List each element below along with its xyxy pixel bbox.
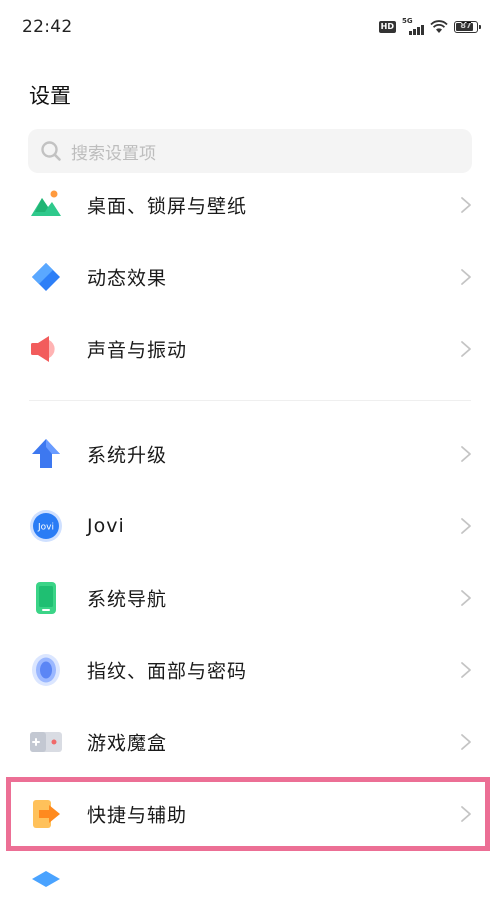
svg-text:Jovi: Jovi (37, 523, 54, 533)
wifi-icon (430, 20, 448, 33)
battery-icon: 87 (454, 21, 481, 33)
chevron-right-icon (461, 590, 471, 606)
settings-item-fingerprint[interactable]: 指纹、面部与密码 (0, 634, 500, 706)
settings-item-label: 快捷与辅助 (87, 804, 188, 827)
chevron-right-icon (461, 446, 471, 462)
search-input[interactable]: 搜索设置项 (28, 129, 472, 173)
cellular-signal-icon: 5G (402, 17, 424, 35)
jovi-icon: Jovi (29, 509, 63, 543)
page-title: 设置 (29, 84, 71, 108)
settings-item-jovi[interactable]: Jovi Jovi (0, 490, 500, 562)
fingerprint-icon (29, 653, 63, 687)
chevron-right-icon (461, 662, 471, 678)
settings-item-wallpaper[interactable]: 桌面、锁屏与壁纸 (0, 169, 500, 241)
network-type-label: 5G (402, 17, 413, 25)
search-placeholder: 搜索设置项 (71, 143, 156, 164)
system-update-icon (29, 437, 63, 471)
settings-list: 桌面、锁屏与壁纸 动态效果 声音与振动 系统升级 Jovi Jovi 系统导航 … (0, 169, 500, 922)
settings-item-game-box[interactable]: 游戏魔盒 (0, 706, 500, 778)
chevron-right-icon (461, 734, 471, 750)
shortcuts-icon (29, 797, 63, 831)
hd-icon: HD (378, 21, 396, 33)
group-separator (0, 385, 500, 418)
chevron-right-icon (461, 806, 471, 822)
chevron-right-icon (461, 518, 471, 534)
status-icons: HD 5G 87 (378, 16, 481, 38)
sound-icon (29, 332, 63, 366)
settings-item-system-update[interactable]: 系统升级 (0, 418, 500, 490)
system-management-icon (29, 869, 63, 903)
settings-item-sound[interactable]: 声音与振动 (0, 313, 500, 385)
chevron-right-icon (461, 197, 471, 213)
settings-item-system-navigation[interactable]: 系统导航 (0, 562, 500, 634)
settings-item-label: 声音与振动 (87, 339, 188, 362)
settings-item-shortcuts[interactable]: 快捷与辅助 (0, 778, 500, 850)
game-box-icon (29, 725, 63, 759)
settings-item-label: 系统升级 (87, 444, 168, 467)
settings-item-label: Jovi (87, 515, 125, 537)
battery-percent: 87 (460, 21, 472, 30)
dynamic-effects-icon (29, 260, 63, 294)
settings-item-label: 桌面、锁屏与壁纸 (87, 195, 248, 218)
chevron-right-icon (461, 341, 471, 357)
settings-item-dynamic-effects[interactable]: 动态效果 (0, 241, 500, 313)
settings-item-label: 动态效果 (87, 267, 168, 290)
status-time: 22:42 (22, 17, 73, 37)
settings-item-label: 系统导航 (87, 588, 168, 611)
settings-item-label: 指纹、面部与密码 (87, 660, 248, 683)
settings-item-label: 游戏魔盒 (87, 732, 168, 755)
system-navigation-icon (29, 581, 63, 615)
status-bar: 22:42 HD 5G 87 (0, 0, 500, 56)
search-icon (41, 141, 61, 161)
settings-item-partial[interactable] (0, 850, 500, 922)
chevron-right-icon (461, 269, 471, 285)
wallpaper-icon (29, 188, 63, 222)
divider (29, 400, 471, 401)
